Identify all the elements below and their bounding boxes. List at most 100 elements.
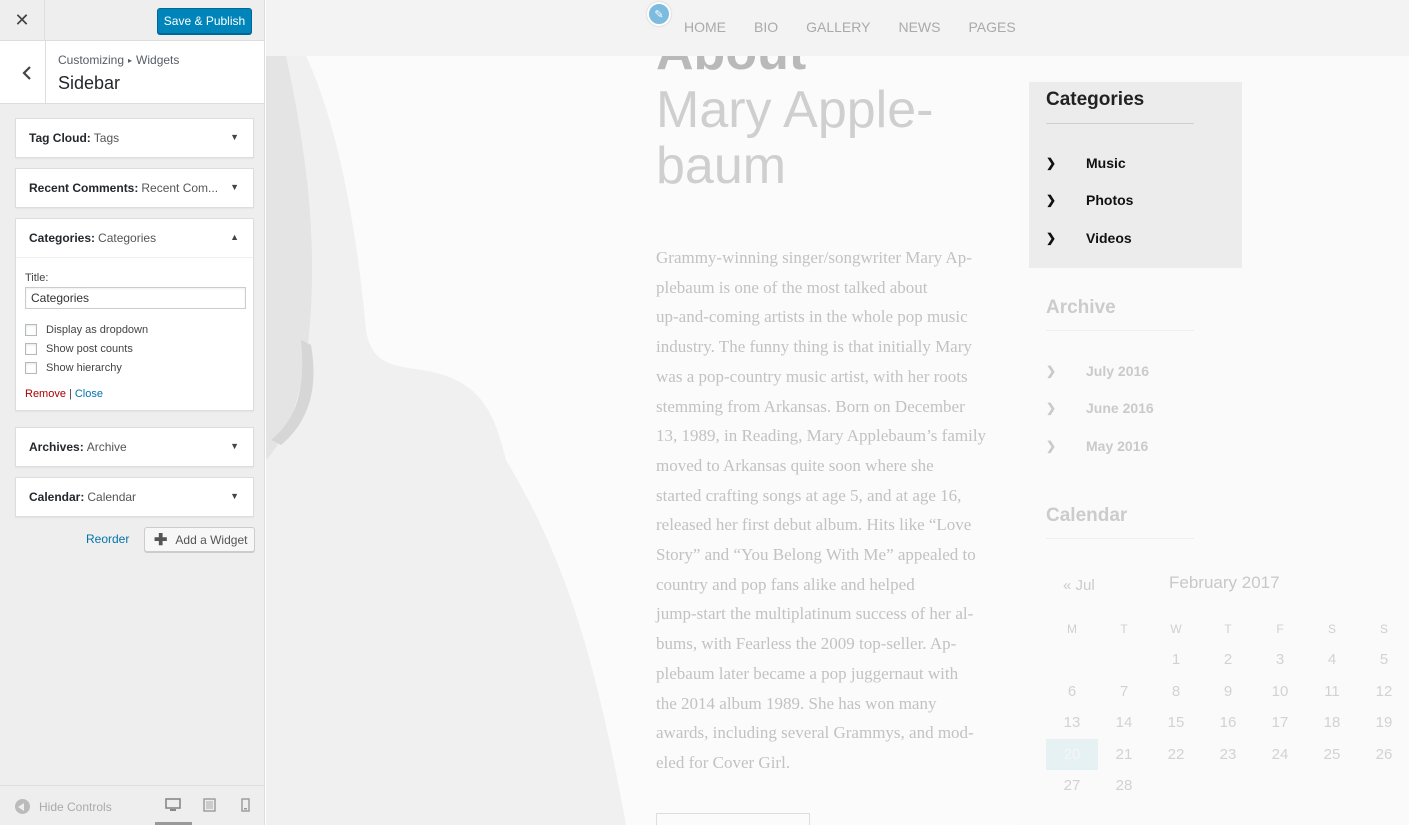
desktop-preview-icon[interactable] bbox=[165, 798, 181, 812]
widget-type: Categories: bbox=[29, 231, 96, 245]
site-preview: ✎ HOME BIO GALLERY NEWS PAGES About ✎ HO… bbox=[266, 0, 1409, 825]
calendar-day: 3 bbox=[1275, 651, 1285, 668]
calendar-day: 24 bbox=[1271, 745, 1289, 763]
widget-form: Title: Categories Display as dropdown Sh… bbox=[16, 257, 253, 410]
bio-line: plebaum later became a pop juggernaut wi… bbox=[656, 663, 959, 683]
widget-header[interactable]: Calendar: Calendar ▼ bbox=[16, 478, 253, 516]
bio-line: started crafting songs at age 5, and at … bbox=[656, 485, 962, 505]
dropdown-label: Display as dropdown bbox=[46, 324, 149, 336]
bio-line: plebaum is one of the most talked about bbox=[656, 277, 928, 297]
post-counts-checkbox[interactable] bbox=[25, 343, 37, 355]
read-more-button[interactable] bbox=[656, 813, 810, 825]
widget-tag-cloud: Tag Cloud: Tags ▼ bbox=[15, 118, 254, 158]
dropdown-option[interactable]: Display as dropdown bbox=[25, 322, 244, 338]
close-link[interactable]: Close bbox=[75, 388, 103, 400]
calendar-prev-link[interactable]: « Jul bbox=[1063, 577, 1095, 594]
nav-gallery-link[interactable]: GALLERY bbox=[806, 19, 870, 35]
bio-line: jump-start the multiplatinum success of … bbox=[656, 604, 974, 624]
category-item[interactable]: ❯ Music bbox=[1046, 155, 1126, 171]
nav-news-link[interactable]: NEWS bbox=[898, 19, 940, 35]
calendar-title: Calendar bbox=[1046, 505, 1128, 526]
title-input[interactable]: Categories bbox=[25, 287, 246, 309]
nav-menu-front: HOME BIO GALLERY NEWS PAGES bbox=[684, 19, 1016, 35]
archive-label: July 2016 bbox=[1086, 363, 1150, 379]
hide-controls-label: Hide Controls bbox=[39, 799, 112, 814]
widget-type: Tag Cloud: bbox=[29, 131, 91, 145]
calendar-day: 19 bbox=[1375, 714, 1393, 731]
calendar-day: 10 bbox=[1271, 682, 1289, 700]
hierarchy-checkbox[interactable] bbox=[25, 362, 37, 374]
reorder-link[interactable]: Reorder bbox=[86, 532, 129, 546]
calendar-day: 15 bbox=[1167, 714, 1185, 731]
calendar-day: 26 bbox=[1375, 745, 1393, 763]
post-counts-label: Show post counts bbox=[46, 343, 133, 355]
widget-categories: Categories: Categories ▲ Title: Categorie… bbox=[15, 218, 254, 411]
dropdown-checkbox[interactable] bbox=[25, 324, 37, 336]
back-button[interactable] bbox=[4, 41, 46, 104]
calendar-rule bbox=[1046, 538, 1194, 539]
calendar-day: 16 bbox=[1219, 714, 1237, 731]
archive-item[interactable]: ❯ May 2016 bbox=[1046, 438, 1148, 454]
bio-line: awards, including several Grammys, and m… bbox=[656, 723, 974, 743]
bio-line: industry. The funny thing is that initia… bbox=[656, 337, 972, 357]
archive-item[interactable]: ❯ June 2016 bbox=[1046, 400, 1154, 416]
calendar-weekday: S bbox=[1327, 622, 1336, 636]
archive-rule bbox=[1046, 330, 1194, 331]
bio-line: 13, 1989, in Reading, Mary Applebaum’s f… bbox=[656, 426, 987, 446]
widget-header[interactable]: Archives: Archive ▼ bbox=[16, 428, 253, 466]
actions-separator: | bbox=[68, 388, 72, 400]
breadcrumb: Customizing ▸ Widgets bbox=[58, 53, 179, 67]
collapse-icon bbox=[15, 799, 30, 814]
add-widget-button[interactable]: ✚ Add a Widget bbox=[144, 527, 255, 552]
artist-name: Mary Apple- baum bbox=[656, 82, 986, 194]
post-counts-option[interactable]: Show post counts bbox=[25, 341, 244, 357]
widget-header[interactable]: Recent Comments: Recent Com... ▼ bbox=[16, 169, 253, 207]
nav-pages-link[interactable]: PAGES bbox=[968, 19, 1015, 35]
calendar-today: 20 bbox=[1046, 738, 1098, 770]
calendar-day: 22 bbox=[1167, 745, 1185, 763]
category-item[interactable]: ❯ Photos bbox=[1046, 192, 1133, 208]
plus-icon: ✚ bbox=[154, 531, 168, 549]
remove-link[interactable]: Remove bbox=[25, 388, 66, 400]
widget-title: Calendar bbox=[87, 490, 137, 504]
widget-header[interactable]: Categories: Categories ▲ bbox=[16, 219, 253, 257]
artist-name-line-1: Mary Apple- bbox=[656, 81, 934, 139]
widget-type: Recent Comments: bbox=[29, 181, 139, 195]
widget-recent-comments: Recent Comments: Recent Com... ▼ bbox=[15, 168, 254, 208]
hide-controls-button[interactable]: Hide Controls bbox=[15, 799, 112, 814]
category-item[interactable]: ❯ Videos bbox=[1046, 230, 1132, 246]
bio-line: bums, with Fearless the 2009 top-seller.… bbox=[656, 634, 957, 654]
hero-portrait-image bbox=[266, 56, 626, 825]
archive-item[interactable]: ❯ July 2016 bbox=[1046, 363, 1149, 379]
archive-label: June 2016 bbox=[1086, 400, 1154, 416]
calendar-day: 11 bbox=[1324, 682, 1340, 700]
nav-home-link[interactable]: HOME bbox=[684, 19, 726, 35]
chevron-right-icon: ❯ bbox=[1046, 156, 1057, 170]
nav-bio-link[interactable]: BIO bbox=[754, 19, 778, 35]
calendar-day: 21 bbox=[1115, 745, 1133, 763]
tablet-preview-icon[interactable] bbox=[203, 798, 216, 812]
hierarchy-option[interactable]: Show hierarchy bbox=[25, 360, 244, 376]
bio-line: released her first debut album. Hits lik… bbox=[656, 515, 972, 535]
caret-down-icon: ▼ bbox=[230, 182, 239, 192]
close-customizer-button[interactable]: ✕ bbox=[0, 0, 45, 41]
archive-label: May 2016 bbox=[1086, 438, 1149, 454]
widget-archives: Archives: Archive ▼ bbox=[15, 427, 254, 467]
calendar-weekday: S bbox=[1379, 622, 1388, 636]
calendar-month: February 2017 bbox=[1169, 573, 1280, 592]
widget-header[interactable]: Tag Cloud: Tags ▼ bbox=[16, 119, 253, 157]
save-publish-button[interactable]: Save & Publish bbox=[157, 8, 252, 34]
archive-title: Archive bbox=[1046, 297, 1116, 318]
edit-shortcut-icon[interactable]: ✎ bbox=[647, 2, 671, 26]
widget-title: Categories bbox=[98, 231, 157, 245]
bio-line: the 2014 album 1989. She has won many bbox=[656, 693, 937, 713]
mobile-preview-icon[interactable] bbox=[241, 798, 250, 812]
section-header: Customizing ▸ Widgets Sidebar bbox=[0, 41, 264, 104]
calendar-day: 14 bbox=[1115, 714, 1133, 731]
hierarchy-label: Show hierarchy bbox=[46, 362, 122, 374]
widget-title: Tags bbox=[93, 131, 120, 145]
calendar-day: 12 bbox=[1375, 682, 1393, 700]
nav-overlay: ✎ HOME BIO GALLERY NEWS PAGES bbox=[266, 0, 1409, 56]
widget-calendar: Calendar: Calendar ▼ bbox=[15, 477, 254, 517]
calendar-day: 17 bbox=[1271, 714, 1289, 731]
